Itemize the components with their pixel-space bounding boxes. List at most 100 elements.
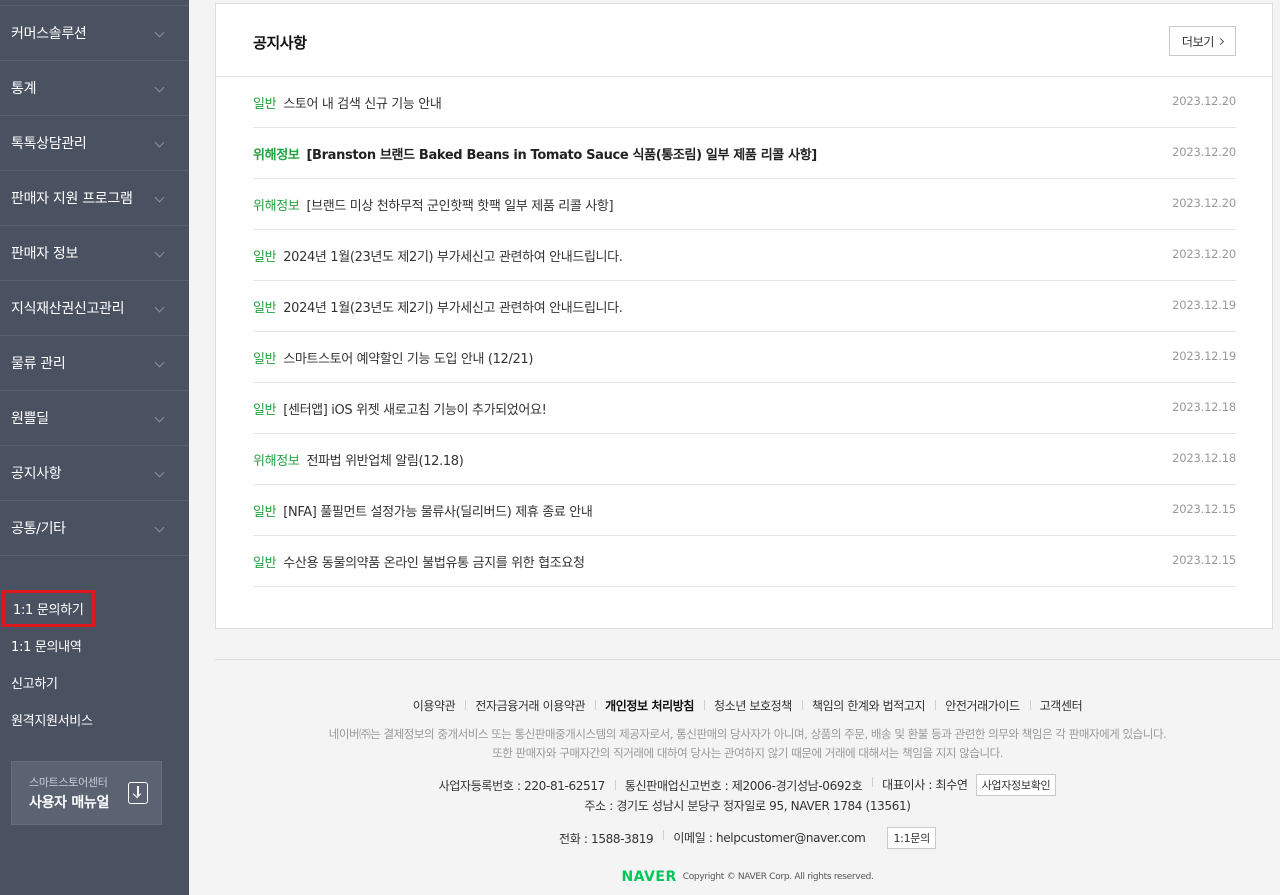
notice-category: 일반 <box>253 555 277 571</box>
user-manual-button[interactable]: 스마트스토어센터 사용자 매뉴얼 <box>11 761 162 825</box>
notice-title-text: [브랜드 미상 천하무적 군인핫팩 핫팩 일부 제품 리콜 사항] <box>306 198 614 214</box>
footer-copyright: NAVER Copyright © NAVER Corp. All rights… <box>215 869 1280 885</box>
notice-category: 일반 <box>253 300 277 316</box>
notice-date: 2023.12.20 <box>1172 247 1236 261</box>
notice-row[interactable]: 일반 2024년 1월(23년도 제2기) 부가세신고 관련하여 안내드립니다. 2… <box>253 230 1236 281</box>
footer-link-youth-policy[interactable]: 청소년 보호정책 <box>704 697 802 714</box>
report-link[interactable]: 신고하기 <box>0 664 189 701</box>
footer-disclaimer: 또한 판매자와 구매자간의 직거래에 대하여 당사는 관여하지 않기 때문에 거… <box>492 746 1003 760</box>
sidebar-item-seller-support[interactable]: 판매자 지원 프로그램 <box>0 171 189 226</box>
chevron-down-icon <box>154 302 165 313</box>
sidebar-item-statistics[interactable]: 통계 <box>0 61 189 116</box>
footer-link-privacy[interactable]: 개인정보 처리방침 <box>595 697 704 714</box>
footer-divider <box>215 659 1280 660</box>
ceo-name: 대표이사 : 최수연 사업자정보확인 <box>872 774 1066 796</box>
address: 주소 : 경기도 성남시 분당구 정자일로 95, NAVER 1784 (13… <box>584 799 911 813</box>
footer-link-safe-trade[interactable]: 안전거래가이드 <box>935 697 1029 714</box>
notice-row[interactable]: 일반 스마트스토어 예약할인 기능 도입 안내 (12/21) 2023.12.19 <box>253 332 1236 383</box>
notice-row[interactable]: 위해정보 [브랜드 미상 천하무적 군인핫팩 핫팩 일부 제품 리콜 사항] 202… <box>253 179 1236 230</box>
notice-category: 일반 <box>253 96 277 112</box>
chevron-down-icon <box>154 82 165 93</box>
manual-subtitle: 스마트스토어센터 <box>29 776 108 789</box>
footer-link-efinance-terms[interactable]: 전자금융거래 이용약관 <box>465 697 595 714</box>
chevron-down-icon <box>154 467 165 478</box>
notice-date: 2023.12.15 <box>1172 502 1236 516</box>
sidebar-item-notice[interactable]: 공지사항 <box>0 446 189 501</box>
notice-category: 일반 <box>253 504 277 520</box>
inquiry-link[interactable]: 1:1 문의하기 <box>0 590 189 627</box>
inquiry-history-link[interactable]: 1:1 문의내역 <box>0 627 189 664</box>
sidebar-item-logistics[interactable]: 물류 관리 <box>0 336 189 391</box>
notice-date: 2023.12.15 <box>1172 553 1236 567</box>
sidebar-item-label: 커머스솔루션 <box>11 26 87 42</box>
sidebar-item-label: 판매자 정보 <box>11 246 79 262</box>
footer-link-customer-center[interactable]: 고객센터 <box>1029 697 1093 714</box>
notice-row[interactable]: 일반 [NFA] 풀필먼트 설정가능 물류사(딜리버드) 제휴 종료 안내 2023… <box>253 485 1236 536</box>
sidebar-item-label: 판매자 지원 프로그램 <box>11 191 133 207</box>
notice-title-text: [센터앱] iOS 위젯 새로고침 기능이 추가되었어요! <box>283 402 547 418</box>
inquiry-history-label: 1:1 문의내역 <box>11 640 82 655</box>
sidebar-item-ip-report[interactable]: 지식재산권신고관리 <box>0 281 189 336</box>
phone: 전화 : 1588-3819 <box>559 831 654 846</box>
sidebar-item-onepleedeal[interactable]: 원쁠딜 <box>0 391 189 446</box>
footer-disclaimer: 네이버㈜는 결제정보의 중개서비스 또는 통신판매중개시스템의 제공자로서, 통… <box>328 727 1167 741</box>
notice-date: 2023.12.20 <box>1172 196 1236 210</box>
notice-row[interactable]: 일반 2024년 1월(23년도 제2기) 부가세신고 관련하여 안내드립니다. 2… <box>253 281 1236 332</box>
notice-title-text: 전파법 위반업체 알림(12.18) <box>306 453 464 469</box>
notice-date: 2023.12.20 <box>1172 94 1236 108</box>
mail-order-number: 통신판매업신고번호 : 제2006-경기성남-0692호 <box>614 777 872 794</box>
notice-title-text: [Branston 브랜드 Baked Beans in Tomato Sauc… <box>306 147 817 163</box>
notice-title-text: 스마트스토어 예약할인 기능 도입 안내 (12/21) <box>283 351 534 367</box>
notice-category: 일반 <box>253 402 277 418</box>
sidebar-item-common-etc[interactable]: 공통/기타 <box>0 501 189 556</box>
remote-support-link[interactable]: 원격지원서비스 <box>0 701 189 738</box>
report-link-label: 신고하기 <box>11 677 58 692</box>
sidebar-item-commerce-solution[interactable]: 커머스솔루션 <box>0 6 189 61</box>
chevron-down-icon <box>154 357 165 368</box>
chevron-down-icon <box>154 412 165 423</box>
contact-info: 전화 : 1588-3819 이메일 : helpcustomer@naver.… <box>215 827 1280 849</box>
inquiry-button[interactable]: 1:1문의 <box>887 827 936 849</box>
chevron-down-icon <box>154 247 165 258</box>
notice-row[interactable]: 위해정보 전파법 위반업체 알림(12.18) 2023.12.18 <box>253 434 1236 485</box>
sidebar-item-label: 물류 관리 <box>11 356 66 372</box>
notice-title-text: 스토어 내 검색 신규 기능 안내 <box>283 96 442 112</box>
notice-row[interactable]: 일반 스토어 내 검색 신규 기능 안내 2023.12.20 <box>253 77 1236 128</box>
notice-category: 일반 <box>253 351 277 367</box>
sidebar-item-label: 지식재산권신고관리 <box>11 301 125 317</box>
more-button-label: 더보기 <box>1181 34 1215 49</box>
ceo-label: 대표이사 : 최수연 <box>882 778 968 792</box>
notice-date: 2023.12.19 <box>1172 298 1236 312</box>
email: 이메일 : helpcustomer@naver.com 1:1문의 <box>663 827 946 849</box>
notice-title-text: 2024년 1월(23년도 제2기) 부가세신고 관련하여 안내드립니다. <box>283 249 623 265</box>
chevron-down-icon <box>154 192 165 203</box>
footer-link-terms[interactable]: 이용약관 <box>403 697 466 714</box>
chevron-down-icon <box>154 137 165 148</box>
notice-row[interactable]: 일반 [센터앱] iOS 위젯 새로고침 기능이 추가되었어요! 2023.12.1… <box>253 383 1236 434</box>
business-info: 사업자등록번호 : 220-81-62517 통신판매업신고번호 : 제2006… <box>215 774 1280 796</box>
more-button[interactable]: 더보기 <box>1169 26 1236 56</box>
chevron-down-icon <box>154 27 165 38</box>
footer-link-legal-notice[interactable]: 책임의 한계와 법적고지 <box>801 697 935 714</box>
sidebar-item-talktalk[interactable]: 톡톡상담관리 <box>0 116 189 171</box>
notice-date: 2023.12.18 <box>1172 451 1236 465</box>
notice-panel: 공지사항 더보기 일반 스토어 내 검색 신규 기능 안내 2023.12.20 위해… <box>215 3 1273 629</box>
notice-category: 위해정보 <box>253 147 300 163</box>
notice-date: 2023.12.20 <box>1172 145 1236 159</box>
notice-row[interactable]: 일반 수산용 동물의약품 온라인 불법유통 금지를 위한 협조요청 2023.12.… <box>253 536 1236 587</box>
notice-row[interactable]: 위해정보 [Branston 브랜드 Baked Beans in Tomato … <box>253 128 1236 179</box>
sidebar-item-label: 톡톡상담관리 <box>11 136 87 152</box>
sidebar-item-label: 공지사항 <box>11 466 62 482</box>
sidebar-utility-links: 1:1 문의하기 1:1 문의내역 신고하기 원격지원서비스 <box>0 590 189 738</box>
naver-logo: NAVER <box>621 869 677 885</box>
footer-links: 이용약관 전자금융거래 이용약관 개인정보 처리방침 청소년 보호정책 책임의 … <box>215 697 1280 714</box>
notice-title: 공지사항 <box>253 34 307 52</box>
inquiry-link-label: 1:1 문의하기 <box>2 590 95 627</box>
manual-title: 사용자 매뉴얼 <box>29 795 110 811</box>
email-label: 이메일 : helpcustomer@naver.com <box>673 831 866 845</box>
notice-list: 일반 스토어 내 검색 신규 기능 안내 2023.12.20 위해정보 [Branst… <box>253 77 1236 587</box>
sidebar-item-label: 통계 <box>11 81 37 97</box>
sidebar-item-seller-info[interactable]: 판매자 정보 <box>0 226 189 281</box>
chevron-right-icon <box>1217 37 1225 45</box>
business-info-button[interactable]: 사업자정보확인 <box>975 774 1057 796</box>
